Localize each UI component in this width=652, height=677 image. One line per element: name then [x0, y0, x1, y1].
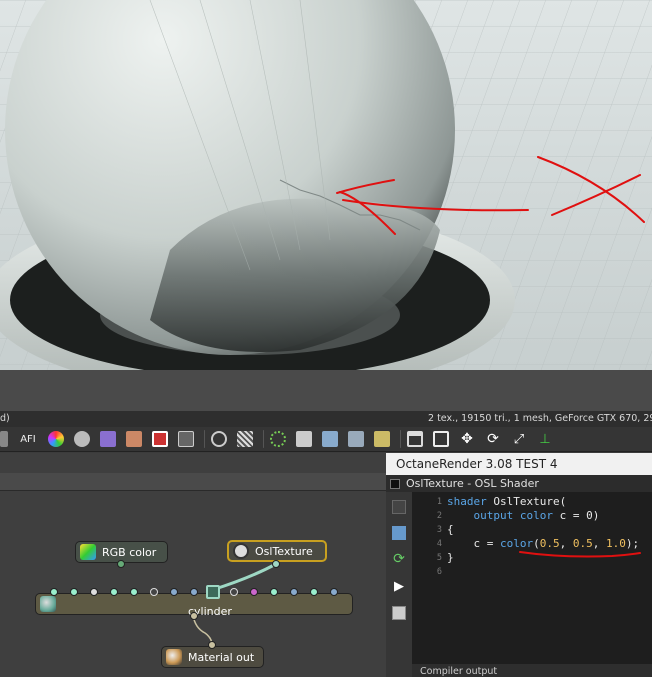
compiler-output-label: Compiler output — [420, 666, 498, 677]
node-osl-texture[interactable]: OslTexture — [227, 540, 327, 562]
mesh-icon — [40, 596, 56, 612]
input-pin[interactable] — [170, 588, 178, 596]
cube-icon[interactable] — [433, 431, 449, 447]
toolbar-divider — [263, 430, 264, 448]
toolbar-divider — [204, 430, 205, 448]
code-line-4: c = color(0.5, 0.5, 1.0); — [447, 537, 639, 551]
node-label: OslTexture — [255, 544, 313, 558]
compiler-output-bar[interactable]: Compiler output — [412, 664, 652, 677]
text-icon[interactable]: AFI — [18, 431, 38, 447]
fullscreen-icon[interactable]: ⤢ — [511, 431, 527, 447]
import-icon[interactable] — [322, 431, 338, 447]
node-label: RGB color — [102, 545, 157, 559]
code-line-1: shader OslTexture( — [447, 495, 566, 509]
input-pin-selected[interactable] — [206, 585, 220, 599]
node-label: Material out — [188, 650, 255, 664]
code-text: ); — [625, 537, 640, 550]
run-icon[interactable]: ▶ — [392, 580, 406, 594]
input-pin[interactable] — [250, 588, 258, 596]
compile-icon[interactable]: ⟳ — [392, 552, 406, 566]
osl-editor-header: OslTexture - OSL Shader — [386, 475, 652, 492]
color-wheel-icon[interactable] — [48, 431, 64, 447]
input-pin[interactable] — [310, 588, 318, 596]
input-pin[interactable] — [150, 588, 158, 596]
clipboard-icon[interactable] — [296, 431, 312, 447]
render-viewport[interactable] — [0, 0, 652, 370]
toolbar-divider — [400, 430, 401, 448]
input-pin[interactable] — [130, 588, 138, 596]
output-pin[interactable] — [272, 560, 280, 568]
input-pin[interactable] — [110, 588, 118, 596]
code-keyword: output — [473, 509, 514, 522]
line-number: 2 — [436, 511, 442, 521]
code-number: 0.5 — [572, 537, 593, 550]
viewport-bottom-band — [0, 370, 652, 411]
spinner-icon[interactable] — [270, 431, 286, 447]
osl-editor-title: OslTexture - OSL Shader — [406, 477, 539, 490]
input-pin[interactable] — [50, 588, 58, 596]
render-region-icon[interactable] — [0, 431, 8, 447]
rgb-gradient-icon — [80, 544, 96, 560]
code-keyword: color — [499, 537, 534, 550]
move-icon[interactable]: ✥ — [459, 431, 475, 447]
paste-icon[interactable] — [392, 606, 406, 620]
copy-icon[interactable] — [348, 431, 364, 447]
code-text: , — [592, 537, 606, 550]
input-pin[interactable] — [90, 588, 98, 596]
code-text: , — [559, 537, 573, 550]
line-number: 4 — [436, 539, 442, 549]
line-number: 1 — [436, 497, 442, 507]
code-keyword: color — [519, 509, 553, 522]
annotation-underline — [519, 551, 641, 558]
input-pin[interactable] — [290, 588, 298, 596]
rotate-icon[interactable]: ⟳ — [485, 431, 501, 447]
osl-code-editor[interactable]: 1 2 3 4 5 6 shader OslTexture( output co… — [412, 492, 652, 664]
input-pin[interactable] — [330, 588, 338, 596]
line-number-gutter: 1 2 3 4 5 6 — [412, 492, 442, 664]
output-pin[interactable] — [190, 612, 198, 620]
code-number: 1.0 — [605, 537, 626, 550]
input-pin[interactable] — [270, 588, 278, 596]
new-file-icon[interactable] — [392, 500, 406, 514]
output-pin[interactable] — [117, 560, 125, 568]
lock-icon[interactable] — [407, 431, 423, 447]
scene-icon[interactable] — [126, 431, 142, 447]
node-connections — [192, 562, 277, 646]
load-file-icon[interactable] — [392, 526, 406, 540]
input-pin[interactable] — [190, 588, 198, 596]
material-out-icon — [166, 649, 182, 665]
panel-toggle-icon[interactable] — [390, 478, 400, 489]
code-number: 0.5 — [539, 537, 560, 550]
render-image — [0, 0, 652, 370]
code-line-3: { — [447, 523, 454, 536]
osl-texture-icon — [233, 543, 249, 559]
zoom-icon[interactable] — [211, 431, 227, 447]
stereo-icon[interactable] — [374, 431, 390, 447]
node-material-out[interactable]: Material out — [161, 646, 264, 668]
code-text: c = — [447, 537, 500, 550]
camera-icon[interactable] — [74, 431, 90, 447]
line-number: 3 — [436, 525, 442, 535]
render-toolbar: AFI ✥ ⟳ ⤢ ⊥ — [0, 427, 652, 452]
input-pin[interactable] — [70, 588, 78, 596]
status-bar: d) 2 tex., 19150 tri., 1 mesh, GeForce G… — [0, 411, 652, 427]
code-line-2: output color c = 0) — [447, 509, 600, 523]
scene-stats: 2 tex., 19150 tri., 1 mesh, GeForce GTX … — [428, 413, 652, 424]
input-pin[interactable] — [230, 588, 238, 596]
code-text: OslTexture( — [486, 495, 567, 508]
axis-icon[interactable]: ⊥ — [537, 431, 553, 447]
code-keyword: shader — [447, 495, 487, 508]
paint-icon[interactable] — [100, 431, 116, 447]
code-text: ( — [533, 537, 540, 550]
input-pin[interactable] — [208, 641, 216, 649]
status-left-text: d) — [0, 413, 10, 424]
grid-icon[interactable] — [237, 431, 253, 447]
pick-icon[interactable] — [152, 431, 168, 447]
layers-icon[interactable] — [178, 431, 194, 447]
code-text: c = 0) — [553, 509, 600, 522]
node-graph-editor[interactable]: RGB color OslTexture cylinder Material o… — [0, 453, 386, 677]
window-title: OctaneRender 3.08 TEST 4 — [386, 453, 652, 475]
